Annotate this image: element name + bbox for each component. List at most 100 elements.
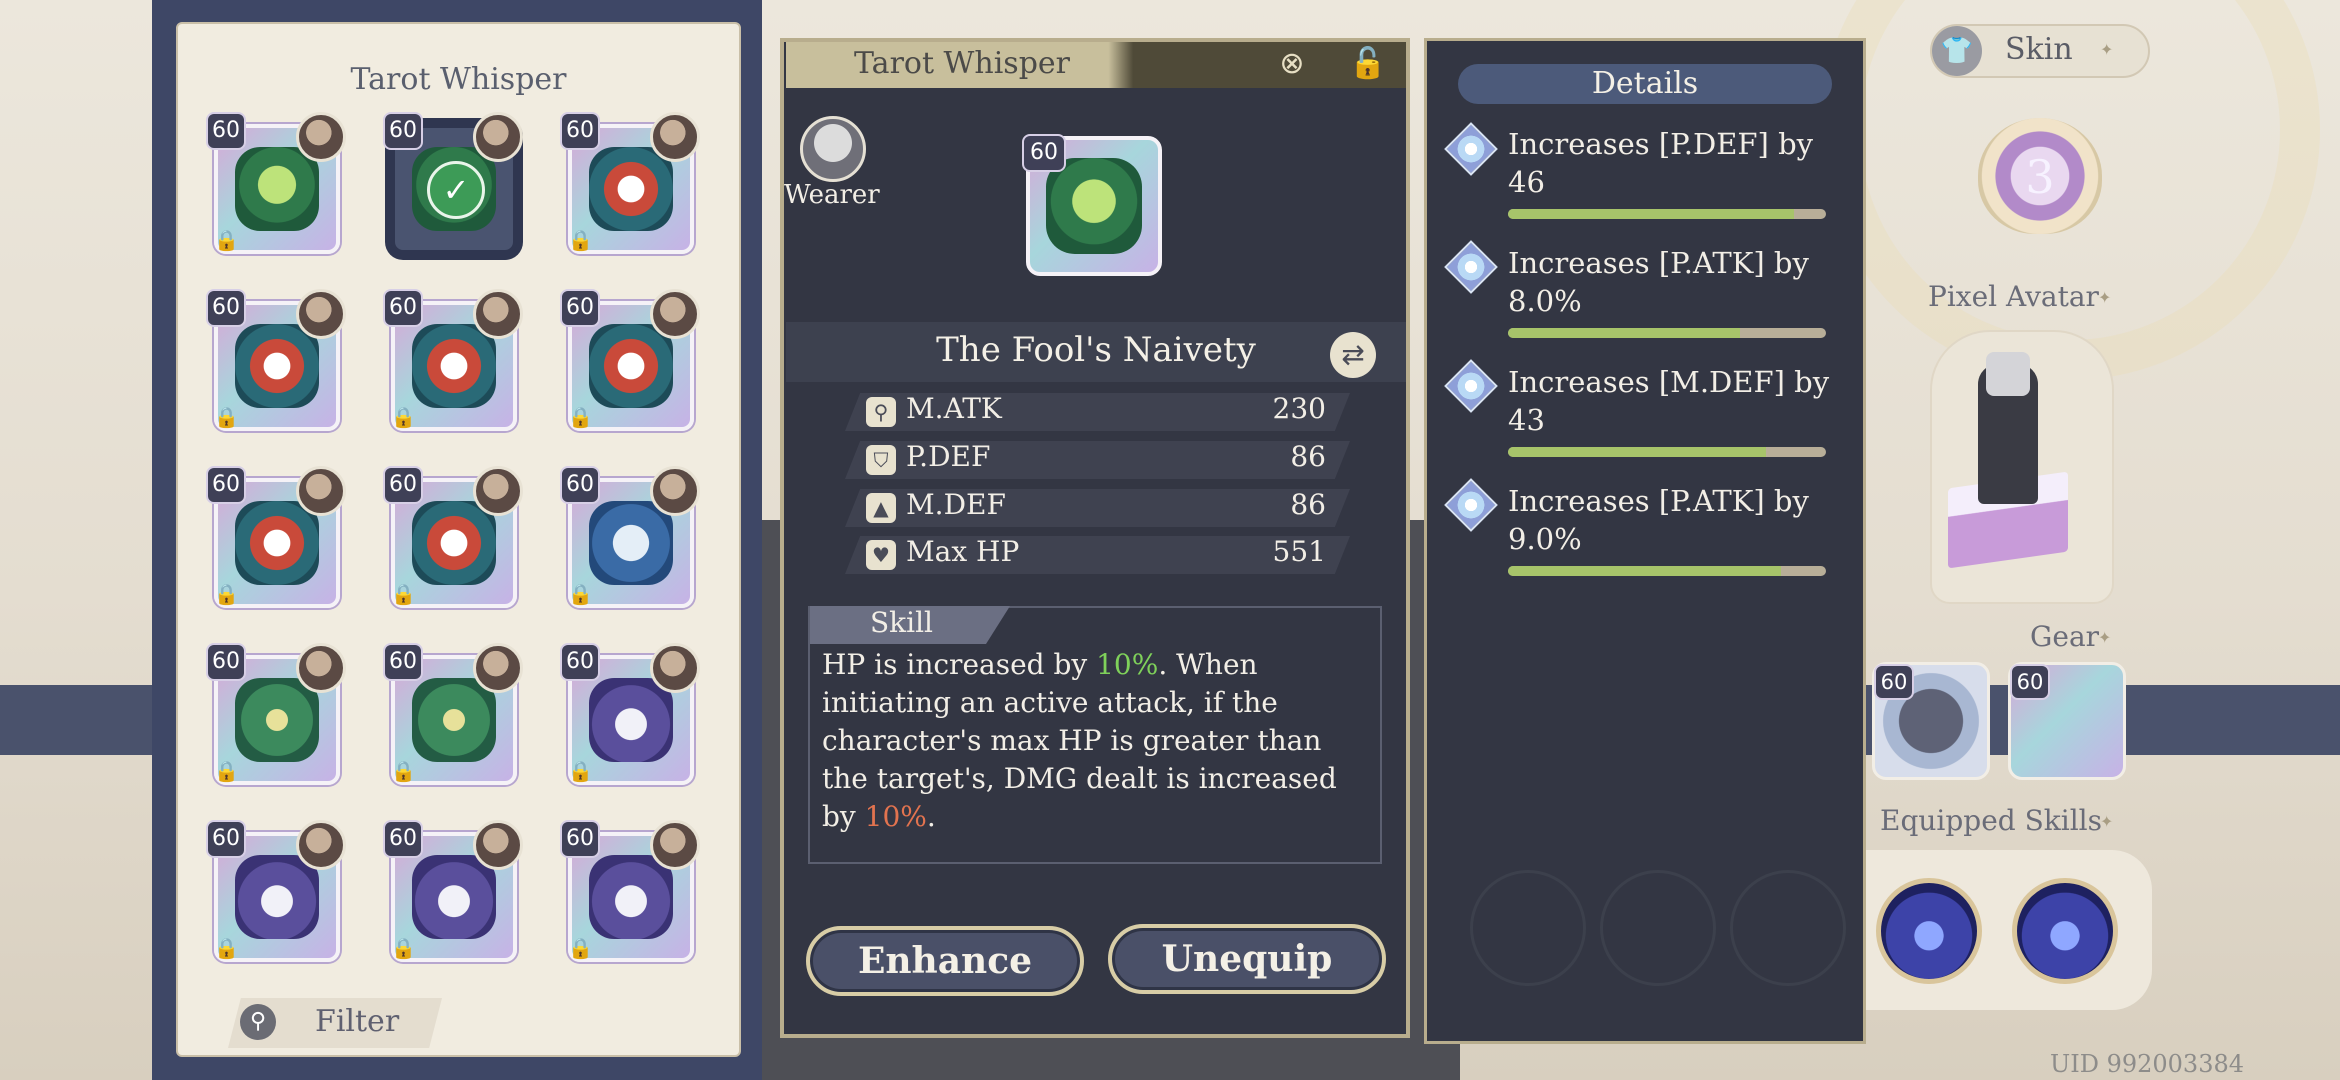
lock-icon[interactable]: 🔓 (1348, 44, 1388, 84)
unequip-button[interactable]: Unequip (1108, 924, 1386, 994)
stat-value: 230 (1272, 392, 1326, 425)
tarot-card[interactable]: 60 🔒 (383, 466, 523, 616)
wand-icon: ⚲ (866, 397, 896, 427)
wearer-mini-avatar (473, 289, 523, 339)
substat-progress-bar (1508, 566, 1826, 576)
wearer-label: Wearer (784, 180, 880, 210)
tarot-card-level: 60 (560, 112, 600, 150)
lock-icon: 🔒 (391, 759, 416, 783)
lock-icon: 🔒 (391, 582, 416, 606)
tarot-card[interactable]: 60 🔒 (206, 112, 346, 262)
wearer-mini-avatar (473, 643, 523, 693)
tarot-emblem (412, 678, 496, 762)
sparkle-icon: ✦ (2098, 628, 2112, 647)
wearer-mini-avatar (473, 112, 523, 162)
tarot-card-level: 60 (383, 112, 423, 150)
skill-tab-label: Skill (870, 606, 934, 639)
selected-card-level: 60 (1022, 134, 1066, 172)
pixel-avatar-label: Pixel Avatar (1928, 280, 2099, 313)
tarot-emblem (235, 678, 319, 762)
stat-label: Max HP (906, 535, 1020, 568)
tarot-card-level: 60 (560, 289, 600, 327)
tarot-card-level: 60 (206, 820, 246, 858)
uid-text: UID 992003384 (2050, 1050, 2245, 1078)
tarot-emblem (589, 855, 673, 939)
tarot-emblem (235, 147, 319, 231)
wearer-mini-avatar (296, 466, 346, 516)
tarot-card[interactable]: 60 🔒 (383, 643, 523, 793)
gear-level: 60 (2010, 664, 2050, 700)
tarot-card-level: 60 (206, 112, 246, 150)
tarot-card-level: 60 (206, 289, 246, 327)
substat-progress-bar (1508, 447, 1826, 457)
stat-label: M.ATK (906, 392, 1002, 425)
tarot-emblem (235, 501, 319, 585)
wearer-mini-avatar (650, 820, 700, 870)
tarot-card-level: 60 (383, 466, 423, 504)
tarot-card[interactable]: 60 🔒 (560, 112, 700, 262)
heart-icon: ♥ (866, 540, 896, 570)
stat-label: M.DEF (906, 488, 1006, 521)
filter-icon[interactable]: ⚲ (240, 1004, 276, 1040)
sparkle-icon: ✦ (2100, 812, 2114, 831)
skill-value-highlight: 10% (864, 800, 927, 833)
equipped-skills-label: Equipped Skills (1880, 804, 2102, 837)
tarot-emblem (589, 678, 673, 762)
lock-icon: 🔒 (568, 228, 593, 252)
lock-icon: 🔒 (568, 582, 593, 606)
tarot-card[interactable]: ✓ 60 (383, 112, 523, 262)
lock-icon: 🔒 (391, 405, 416, 429)
filter-label[interactable]: Filter (315, 1004, 399, 1039)
skill-orb[interactable] (2012, 878, 2118, 984)
swap-tarot-button[interactable]: ⇄ (1330, 332, 1376, 378)
lock-icon: 🔒 (568, 759, 593, 783)
tarot-list-title: Tarot Whisper (350, 62, 567, 97)
stat-value: 86 (1290, 488, 1326, 521)
skill-description: HP is increased by 10%. When initiating … (822, 648, 1337, 833)
wearer-mini-avatar (650, 112, 700, 162)
background-emblem (1470, 870, 1586, 986)
tarot-card[interactable]: 60 🔒 (560, 643, 700, 793)
enhance-button[interactable]: Enhance (806, 926, 1084, 996)
tarot-card-level: 60 (383, 820, 423, 858)
tarot-card[interactable]: 60 🔒 (560, 289, 700, 439)
lock-icon: 🔒 (214, 936, 239, 960)
substat-text: Increases [P.ATK] by 8.0% (1508, 246, 1809, 318)
tarot-card[interactable]: 60 🔒 (206, 289, 346, 439)
tarot-emblem (589, 501, 673, 585)
tarot-card-level: 60 (383, 289, 423, 327)
hat-icon: ▲ (866, 493, 896, 523)
lock-icon: 🔒 (214, 582, 239, 606)
tarot-emblem (1046, 158, 1142, 254)
substat-progress-bar (1508, 328, 1826, 338)
tarot-card-level: 60 (383, 643, 423, 681)
background-emblem (1730, 870, 1846, 986)
tarot-card[interactable]: 60 🔒 (206, 466, 346, 616)
substat-progress-fill (1508, 447, 1766, 457)
wearer-mini-avatar (296, 112, 346, 162)
skin-label[interactable]: Skin (2005, 32, 2073, 67)
pixel-avatar-head (1986, 352, 2030, 396)
tarot-card[interactable]: 60 🔒 (383, 820, 523, 970)
tarot-card[interactable]: 60 🔒 (383, 289, 523, 439)
close-icon[interactable]: ⊗ (1272, 44, 1312, 84)
wearer-mini-avatar (296, 820, 346, 870)
wearer-mini-avatar (296, 289, 346, 339)
tarot-card-level: 60 (560, 820, 600, 858)
skill-orb[interactable] (1876, 878, 1982, 984)
tarot-emblem (412, 324, 496, 408)
substat-text: Increases [P.DEF] by 46 (1508, 127, 1814, 199)
tarot-card[interactable]: 60 🔒 (206, 643, 346, 793)
tarot-card[interactable]: 60 🔒 (206, 820, 346, 970)
sparkle-icon: ✦ (2100, 40, 2114, 59)
wearer-avatar[interactable] (800, 116, 866, 182)
tarot-detail-title: Tarot Whisper (854, 46, 1071, 81)
tarot-card[interactable]: 60 🔒 (560, 820, 700, 970)
sparkle-icon: ✦ (2098, 288, 2112, 307)
tarot-emblem (235, 855, 319, 939)
substat-text: Increases [M.DEF] by 43 (1508, 365, 1830, 437)
stat-value: 551 (1272, 535, 1326, 568)
tarot-card[interactable]: 60 🔒 (560, 466, 700, 616)
shirt-icon[interactable]: 👕 (1932, 26, 1982, 76)
lock-icon: 🔒 (214, 759, 239, 783)
